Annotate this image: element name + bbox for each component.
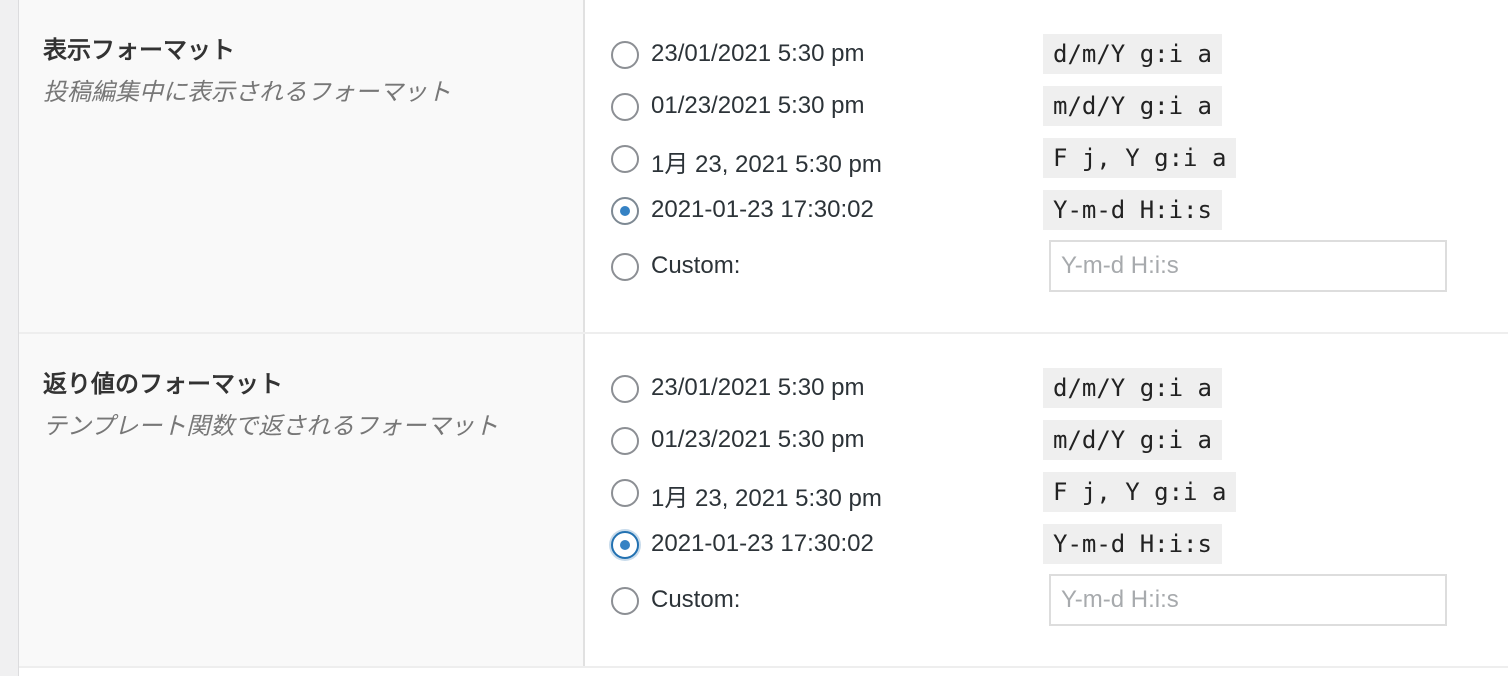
display-format-option-fjy[interactable]: 1月 23, 2021 5:30 pm F j, Y g:i a	[609, 138, 1489, 194]
display-format-option-custom[interactable]: Custom:	[609, 240, 1489, 306]
return-format-option-ymd[interactable]: 2021-01-23 17:30:02 Y-m-d H:i:s	[609, 524, 1489, 580]
format-code: Y-m-d H:i:s	[1043, 524, 1222, 564]
radio-button-selected[interactable]	[611, 197, 639, 225]
return-format-label-column: 返り値のフォーマット テンプレート関数で返されるフォーマット	[19, 334, 585, 666]
custom-label[interactable]: Custom:	[651, 252, 740, 280]
radio-button-selected[interactable]	[611, 531, 639, 559]
radio-button[interactable]	[611, 41, 639, 69]
option-label[interactable]: 01/23/2021 5:30 pm	[651, 426, 865, 454]
settings-panel: 表示フォーマット 投稿編集中に表示されるフォーマット 23/01/2021 5:…	[18, 0, 1508, 676]
custom-format-input[interactable]	[1049, 240, 1447, 292]
format-code: m/d/Y g:i a	[1043, 420, 1222, 460]
format-code: F j, Y g:i a	[1043, 138, 1237, 178]
display-format-option-dmy[interactable]: 23/01/2021 5:30 pm d/m/Y g:i a	[609, 34, 1489, 90]
display-format-option-mdy[interactable]: 01/23/2021 5:30 pm m/d/Y g:i a	[609, 86, 1489, 142]
format-code: F j, Y g:i a	[1043, 472, 1237, 512]
return-format-option-custom[interactable]: Custom:	[609, 574, 1489, 640]
custom-label[interactable]: Custom:	[651, 586, 740, 614]
radio-button[interactable]	[611, 375, 639, 403]
display-format-label-column: 表示フォーマット 投稿編集中に表示されるフォーマット	[19, 0, 585, 332]
format-code: Y-m-d H:i:s	[1043, 190, 1222, 230]
option-label[interactable]: 01/23/2021 5:30 pm	[651, 92, 865, 120]
radio-button[interactable]	[611, 93, 639, 121]
radio-button[interactable]	[611, 253, 639, 281]
option-label[interactable]: 2021-01-23 17:30:02	[651, 196, 874, 224]
radio-button[interactable]	[611, 479, 639, 507]
return-format-title: 返り値のフォーマット	[43, 371, 283, 398]
display-format-row: 表示フォーマット 投稿編集中に表示されるフォーマット 23/01/2021 5:…	[19, 0, 1508, 334]
display-format-options: 23/01/2021 5:30 pm d/m/Y g:i a 01/23/202…	[609, 34, 1489, 306]
return-format-option-mdy[interactable]: 01/23/2021 5:30 pm m/d/Y g:i a	[609, 420, 1489, 476]
return-format-option-fjy[interactable]: 1月 23, 2021 5:30 pm F j, Y g:i a	[609, 472, 1489, 528]
radio-button[interactable]	[611, 427, 639, 455]
return-format-description: テンプレート関数で返されるフォーマット	[43, 413, 499, 440]
return-format-options: 23/01/2021 5:30 pm d/m/Y g:i a 01/23/202…	[609, 368, 1489, 640]
option-label[interactable]: 1月 23, 2021 5:30 pm	[651, 478, 882, 513]
display-format-title: 表示フォーマット	[43, 37, 235, 64]
format-code: m/d/Y g:i a	[1043, 86, 1222, 126]
format-code: d/m/Y g:i a	[1043, 34, 1222, 74]
option-label[interactable]: 23/01/2021 5:30 pm	[651, 374, 865, 402]
option-label[interactable]: 23/01/2021 5:30 pm	[651, 40, 865, 68]
radio-button[interactable]	[611, 145, 639, 173]
display-format-option-ymd[interactable]: 2021-01-23 17:30:02 Y-m-d H:i:s	[609, 190, 1489, 246]
display-format-description: 投稿編集中に表示されるフォーマット	[43, 79, 451, 106]
return-format-row: 返り値のフォーマット テンプレート関数で返されるフォーマット 23/01/202…	[19, 334, 1508, 668]
radio-button[interactable]	[611, 587, 639, 615]
custom-format-input[interactable]	[1049, 574, 1447, 626]
format-code: d/m/Y g:i a	[1043, 368, 1222, 408]
option-label[interactable]: 1月 23, 2021 5:30 pm	[651, 144, 882, 179]
option-label[interactable]: 2021-01-23 17:30:02	[651, 530, 874, 558]
return-format-option-dmy[interactable]: 23/01/2021 5:30 pm d/m/Y g:i a	[609, 368, 1489, 424]
